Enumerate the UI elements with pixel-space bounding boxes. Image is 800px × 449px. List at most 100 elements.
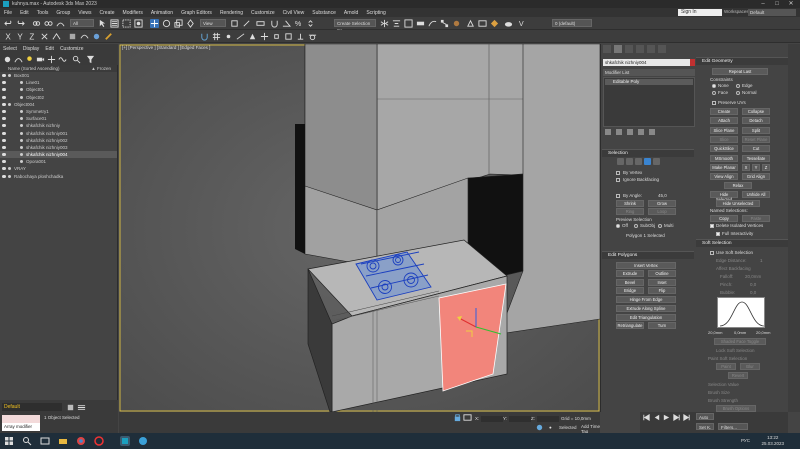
visibility-eye-icon[interactable] xyxy=(2,117,6,121)
unlink-icon[interactable] xyxy=(44,19,53,28)
previous-frame-icon[interactable] xyxy=(652,413,661,422)
use-soft-selection-checkbox[interactable] xyxy=(710,251,714,255)
ignore-backfacing-checkbox[interactable] xyxy=(616,178,620,182)
3dsmax-taskbar-icon[interactable] xyxy=(120,436,130,446)
paint-button[interactable]: Paint xyxy=(716,363,736,370)
filter-cameras-icon[interactable] xyxy=(36,55,45,64)
layer-manage-icon[interactable] xyxy=(77,403,86,412)
layer-add-icon[interactable] xyxy=(66,403,75,412)
visibility-eye-icon[interactable] xyxy=(2,131,6,135)
scene-tree-row[interactable]: Box001 xyxy=(0,72,117,79)
isolated-mode[interactable]: ● xyxy=(549,424,552,431)
select-and-move-icon[interactable] xyxy=(150,19,159,28)
visibility-eye-icon[interactable] xyxy=(2,160,6,164)
name-column-header[interactable]: Name (Sorted Ascending) xyxy=(8,66,60,71)
create-button[interactable]: Create xyxy=(710,108,738,115)
lock-selection-icon[interactable] xyxy=(453,413,462,422)
constrain-z-icon[interactable]: Z xyxy=(28,32,37,42)
menu-animation[interactable]: Animation xyxy=(147,10,177,16)
scene-tree-row[interactable]: VRAY xyxy=(0,165,117,172)
percent-snap-icon[interactable]: % xyxy=(294,19,303,28)
current-layer-dropdown[interactable]: Default xyxy=(2,403,62,411)
insert-vertex-button[interactable]: Insert Vertex xyxy=(616,262,676,269)
menu-views[interactable]: Views xyxy=(74,10,95,16)
scene-tree-row[interactable]: shkafchik nizhniy001 xyxy=(0,130,117,137)
visibility-eye-icon[interactable] xyxy=(2,102,6,106)
edge-snap-icon[interactable] xyxy=(236,32,245,41)
constraint-edge-radio[interactable] xyxy=(736,84,740,88)
minimize-icon[interactable]: – xyxy=(756,0,770,8)
edit-polygons-rollout-title[interactable]: Edit Polygons xyxy=(602,251,694,259)
visibility-eye-icon[interactable] xyxy=(2,174,6,178)
search-taskbar-icon[interactable] xyxy=(22,436,32,446)
reset-plane-button[interactable]: Reset Plane xyxy=(742,136,770,143)
object-color-swatch[interactable] xyxy=(690,59,695,66)
viewport-label[interactable]: [+] [Perspective ] [Standard ] [Edged Fa… xyxy=(122,45,210,50)
menu-create[interactable]: Create xyxy=(96,10,119,16)
hide-selected-button[interactable]: Hide Selected xyxy=(710,191,738,202)
scene-tree-row[interactable]: Symmetry1 xyxy=(0,108,117,115)
visibility-eye-icon[interactable] xyxy=(2,138,6,142)
object-name-field[interactable]: shkafchik nizhniy004 xyxy=(603,59,691,66)
selection-rollout-title[interactable]: Selection xyxy=(602,149,694,157)
snaps-toggle-icon[interactable] xyxy=(270,19,279,28)
quickslice-button[interactable]: QuickSlice xyxy=(710,145,738,152)
configure-modifier-sets-icon[interactable] xyxy=(649,129,655,135)
remove-modifier-icon[interactable] xyxy=(638,129,644,135)
scene-tree-row[interactable]: shkafchik nizhniy002 xyxy=(0,137,117,144)
hierarchy-tab-icon[interactable] xyxy=(625,45,633,53)
shaded-face-toggle-button[interactable]: Shaded Face Toggle xyxy=(714,338,766,345)
tab-display[interactable]: Display xyxy=(20,46,42,52)
midpoint-snap-icon[interactable] xyxy=(272,32,281,41)
visibility-eye-icon[interactable] xyxy=(2,74,6,77)
task-view-icon[interactable] xyxy=(40,436,50,446)
menu-arnold[interactable]: Arnold xyxy=(340,10,362,16)
opera-icon[interactable] xyxy=(94,436,104,446)
filter-helpers-icon[interactable] xyxy=(47,55,56,64)
go-to-start-icon[interactable] xyxy=(642,413,651,422)
motion-tab-icon[interactable] xyxy=(636,45,644,53)
bind-spacewarp-icon[interactable] xyxy=(56,19,65,28)
constrain-x-icon[interactable]: X xyxy=(4,32,13,42)
planar-x-button[interactable]: X xyxy=(742,164,750,171)
edge-distance-value[interactable]: 1 xyxy=(760,258,763,263)
pinch-value[interactable]: 0,0 xyxy=(750,282,756,287)
snap-toggle-2-icon[interactable] xyxy=(200,32,209,41)
bubble-value[interactable]: 0,0 xyxy=(750,290,756,295)
menu-group[interactable]: Group xyxy=(52,10,74,16)
menu-modifiers[interactable]: Modifiers xyxy=(119,10,147,16)
by-vertex-checkbox[interactable] xyxy=(616,171,620,175)
constraint-face-radio[interactable] xyxy=(712,91,716,95)
hide-unselected-button[interactable]: Hide Unselected xyxy=(716,200,760,207)
redo-icon[interactable] xyxy=(16,19,25,28)
stack-item-editable-poly[interactable]: Editable Poly xyxy=(605,79,693,85)
toggle-ribbon-icon[interactable] xyxy=(416,19,425,28)
copy-button[interactable]: Copy xyxy=(710,215,738,222)
menu-rendering[interactable]: Rendering xyxy=(216,10,247,16)
border-mode-icon[interactable] xyxy=(635,158,642,165)
revert-button[interactable]: Revert xyxy=(728,372,748,379)
planar-z-button[interactable]: Z xyxy=(762,164,770,171)
visibility-eye-icon[interactable] xyxy=(2,81,6,85)
scene-tree-row[interactable]: shkafchik nizhniy003 xyxy=(0,144,117,151)
filter-spacewarps-icon[interactable] xyxy=(58,55,67,64)
z-coordinate[interactable]: Z: xyxy=(531,415,559,422)
selection-ribbon-icon[interactable] xyxy=(92,32,101,41)
paste-button[interactable]: Paste xyxy=(742,215,770,222)
polygon-mode-icon[interactable] xyxy=(644,158,651,165)
toggle-layer-explorer-icon[interactable] xyxy=(404,19,413,28)
edge-mode-icon[interactable] xyxy=(626,158,633,165)
material-editor-icon[interactable] xyxy=(452,19,461,28)
maxscript-listener[interactable] xyxy=(2,415,40,423)
grid-align-button[interactable]: Grid Align xyxy=(742,173,770,180)
unhide-all-button[interactable]: Unhide All xyxy=(742,191,770,198)
delete-isolated-checkbox[interactable] xyxy=(710,224,714,228)
preview-off-radio[interactable] xyxy=(616,224,620,228)
vray-icon[interactable]: V xyxy=(518,19,527,28)
visibility-eye-icon[interactable] xyxy=(2,88,6,92)
menu-file[interactable]: File xyxy=(0,10,16,16)
select-and-scale-icon[interactable] xyxy=(174,19,183,28)
menu-customize[interactable]: Customize xyxy=(247,10,279,16)
window-crossing-icon[interactable] xyxy=(134,19,143,28)
set-key-button[interactable]: Set K. xyxy=(696,423,714,430)
